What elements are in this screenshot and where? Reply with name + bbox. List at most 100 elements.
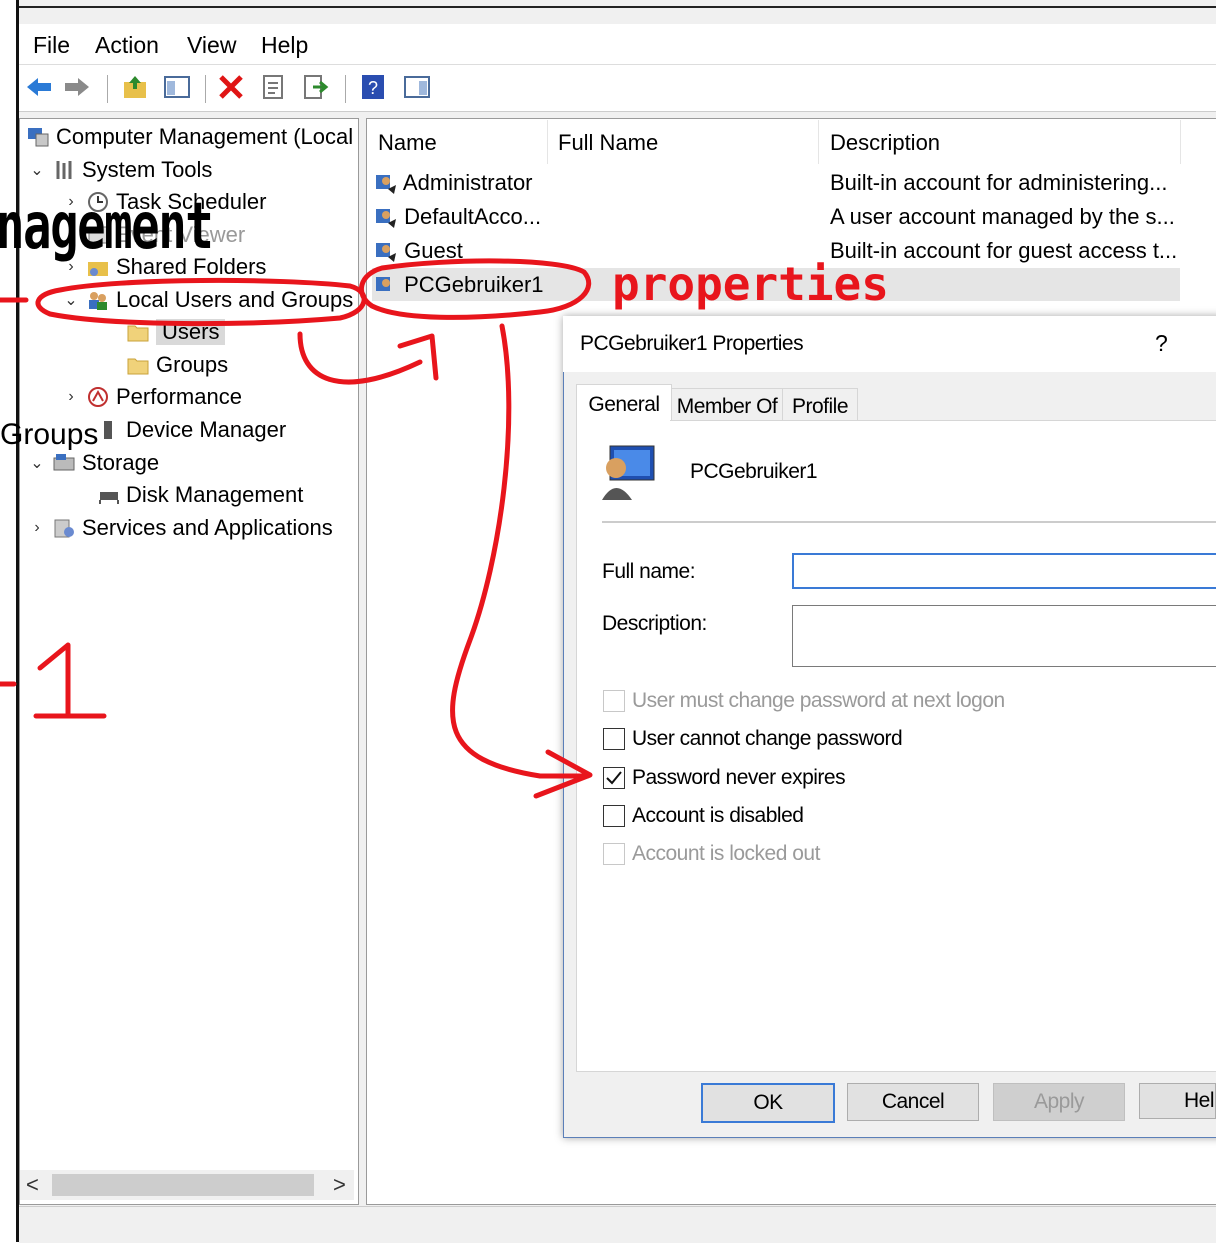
window-left-border (0, 0, 19, 1242)
active-tab-joiner (577, 418, 670, 422)
column-separator[interactable] (1180, 120, 1181, 164)
user-account-icon (376, 175, 396, 195)
overlay-title-clip: nagement (0, 190, 300, 270)
tree-item-performance[interactable]: › Performance (62, 384, 242, 410)
forward-arrow-icon[interactable] (63, 73, 91, 101)
menu-bar: File Action View Help (19, 24, 1216, 64)
chevron-right-icon[interactable]: › (62, 388, 80, 406)
table-row[interactable]: Administrator (374, 170, 533, 196)
export-list-icon[interactable] (301, 73, 329, 101)
chevron-down-icon[interactable]: ⌄ (28, 453, 46, 473)
full-name-label: Full name: (602, 560, 696, 583)
folder-icon (127, 325, 149, 342)
console-tree-pane[interactable] (19, 118, 359, 1205)
help-button[interactable]: Help (1139, 1083, 1216, 1119)
services-icon (54, 519, 74, 538)
tree-label: Groups (156, 352, 229, 377)
properties-icon[interactable] (259, 73, 287, 101)
row-name: Guest (404, 238, 463, 263)
scrollbar-thumb[interactable] (52, 1174, 314, 1196)
user-account-icon (376, 209, 396, 229)
column-separator[interactable] (818, 120, 819, 164)
menu-action[interactable]: Action (95, 32, 159, 59)
dialog-title: PCGebruiker1 Properties (580, 332, 804, 355)
toolbar-separator (345, 75, 346, 103)
tree-label: Computer Management (Local (56, 124, 354, 149)
checkbox-label: User must change password at next logon (632, 689, 1005, 712)
tree-item-storage[interactable]: ⌄ Storage (28, 450, 159, 476)
divider (602, 521, 1216, 523)
chevron-down-icon[interactable]: ⌄ (28, 160, 46, 180)
scroll-left-button[interactable]: < (26, 1172, 39, 1198)
computer-management-icon (28, 128, 49, 147)
tree-item-device-manager[interactable]: Device Manager (96, 417, 286, 443)
tree-item-users[interactable]: Users (126, 319, 226, 345)
row-name: PCGebruiker1 (404, 272, 544, 297)
must-change-password-checkbox[interactable] (603, 690, 625, 712)
scroll-right-button[interactable]: > (333, 1172, 346, 1198)
show-hide-tree-icon[interactable] (163, 73, 191, 101)
checkbox-label: User cannot change password (632, 727, 903, 750)
table-row[interactable]: PCGebruiker1 (374, 272, 544, 298)
description-label: Description: (602, 612, 707, 635)
disk-icon (99, 492, 119, 504)
column-header-name[interactable]: Name (378, 130, 437, 156)
chevron-down-icon[interactable]: ⌄ (62, 290, 80, 310)
apply-button[interactable]: Apply (993, 1083, 1125, 1121)
column-separator[interactable] (547, 120, 548, 164)
svg-text:?: ? (368, 78, 378, 98)
row-description: Built-in account for administering... (830, 170, 1168, 195)
tree-item-computer-management[interactable]: Computer Management (Local (26, 124, 353, 150)
table-row[interactable]: Guest (374, 238, 463, 264)
menu-help[interactable]: Help (261, 32, 308, 59)
tree-item-system-tools[interactable]: ⌄ System Tools (28, 157, 212, 183)
dialog-help-button[interactable]: ? (1155, 330, 1168, 357)
tree-item-local-users-groups[interactable]: ⌄ Local Users and Groups (62, 287, 353, 313)
overlay-groups-text: Groups (0, 418, 99, 451)
folder-icon (127, 358, 149, 375)
row-description: A user account managed by the s... (830, 204, 1175, 229)
performance-icon (88, 387, 108, 407)
ok-button[interactable]: OK (701, 1083, 835, 1123)
cancel-button[interactable]: Cancel (847, 1083, 979, 1121)
tree-item-disk-management[interactable]: Disk Management (96, 482, 303, 508)
description-input[interactable] (792, 605, 1216, 667)
password-never-expires-checkbox[interactable] (603, 767, 625, 789)
tree-label: Storage (82, 450, 160, 475)
checkmark-icon (606, 771, 622, 785)
tree-label: System Tools (82, 157, 213, 182)
device-manager-icon (104, 421, 112, 439)
full-name-input[interactable] (792, 553, 1216, 589)
user-account-icon (376, 277, 390, 292)
up-folder-icon[interactable] (121, 73, 149, 101)
delete-x-icon[interactable] (217, 73, 245, 101)
tools-icon (56, 161, 72, 179)
checkbox-label: Account is locked out (632, 842, 820, 865)
show-action-pane-icon[interactable] (403, 73, 431, 101)
users-group-icon (89, 292, 107, 310)
user-avatar-icon (602, 445, 655, 500)
chevron-right-icon[interactable]: › (28, 519, 46, 537)
column-header-description[interactable]: Description (830, 130, 940, 156)
table-row[interactable]: DefaultAcco... (374, 204, 541, 230)
tree-label: Performance (116, 384, 242, 409)
back-arrow-icon[interactable] (25, 73, 53, 101)
account-disabled-checkbox[interactable] (603, 805, 625, 827)
row-description: Built-in account for guest access t... (830, 238, 1178, 263)
help-icon[interactable]: ? (359, 73, 387, 101)
cannot-change-password-checkbox[interactable] (603, 728, 625, 750)
user-account-icon (376, 243, 396, 263)
row-name: DefaultAcco... (404, 204, 542, 229)
tree-label: Device Manager (126, 417, 287, 442)
menu-file[interactable]: File (33, 32, 70, 59)
menu-view[interactable]: View (187, 32, 236, 59)
column-header-full-name[interactable]: Full Name (558, 130, 658, 156)
account-locked-out-checkbox[interactable] (603, 843, 625, 865)
status-bar (19, 1206, 1216, 1243)
overlay-title: nagement (0, 190, 214, 264)
window-top-border (16, 6, 1216, 8)
toolbar-separator (205, 75, 206, 103)
tree-item-groups[interactable]: Groups (126, 352, 228, 378)
tree-label: Services and Applications (82, 515, 333, 540)
tree-item-services-apps[interactable]: › Services and Applications (28, 515, 333, 541)
